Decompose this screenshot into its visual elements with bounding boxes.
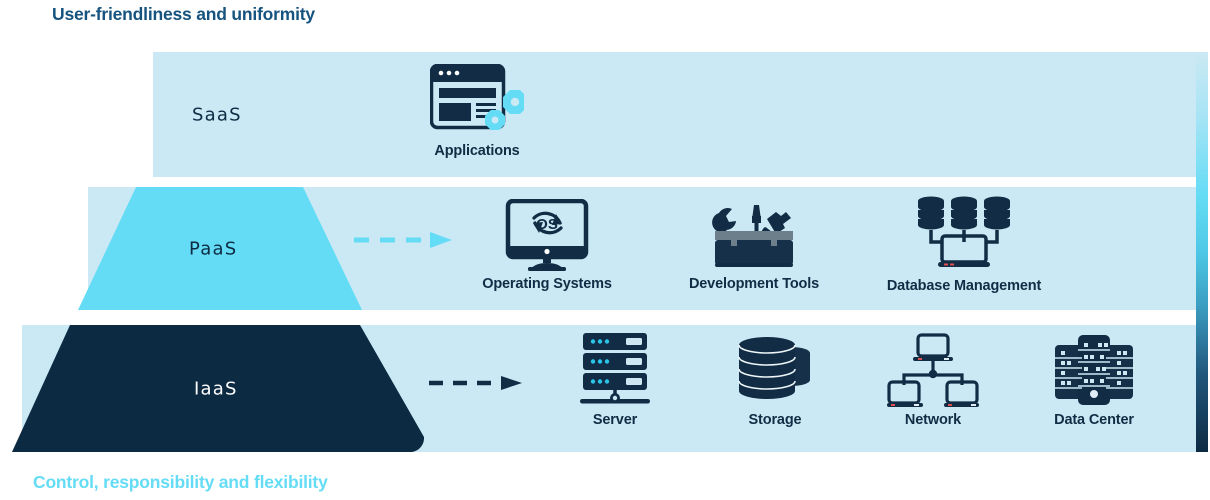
iaas-label: IaaS — [194, 378, 238, 399]
item-caption: Network — [904, 412, 962, 428]
saas-label: SaaS — [192, 104, 242, 125]
iaas-flow-arrow-icon — [429, 376, 522, 390]
item-caption: Storage — [748, 412, 802, 428]
saas-trapezoid-shape — [153, 52, 320, 177]
layer-band-paas: PaaS OS Operating Systems Development To… — [0, 187, 1210, 310]
toolbox-wrench-hammer-icon — [712, 205, 793, 267]
databases-monitor-icon — [918, 196, 1010, 267]
item-data-center[interactable]: Data Center — [1035, 333, 1153, 428]
item-database-management[interactable]: Database Management — [880, 195, 1048, 294]
item-caption: Applications — [434, 143, 520, 159]
item-storage[interactable]: Storage — [718, 331, 832, 428]
network-topology-icon — [887, 333, 979, 407]
layer-band-saas: SaaS Applications — [0, 52, 1210, 177]
item-caption: Server — [592, 412, 638, 428]
item-operating-systems[interactable]: OS Operating Systems — [481, 199, 613, 292]
item-server[interactable]: Server — [558, 331, 672, 428]
item-caption: Data Center — [1054, 412, 1134, 428]
disk-stack-icon — [738, 337, 810, 399]
item-caption: Operating Systems — [482, 276, 612, 292]
item-applications[interactable]: Applications — [412, 64, 542, 159]
browser-window-gears-icon — [430, 64, 524, 130]
top-caption: User-friendliness and uniformity — [52, 4, 315, 24]
paas-flow-arrow-icon — [354, 232, 452, 248]
monitor-os-refresh-icon: OS — [505, 199, 589, 271]
server-rack-icon — [580, 333, 650, 404]
item-development-tools[interactable]: Development Tools — [688, 199, 820, 292]
item-network[interactable]: Network — [876, 333, 990, 428]
svg-text:OS: OS — [536, 216, 558, 233]
gradient-edge-bar — [1196, 52, 1208, 452]
paas-label: PaaS — [189, 238, 238, 259]
item-caption: Development Tools — [688, 276, 820, 292]
item-caption: Database Management — [886, 278, 1042, 294]
layer-band-iaas: IaaS Server Storage Network Data Center — [0, 325, 1210, 452]
bottom-caption: Control, responsibility and flexibility — [33, 472, 328, 492]
data-center-racks-icon — [1055, 335, 1133, 405]
